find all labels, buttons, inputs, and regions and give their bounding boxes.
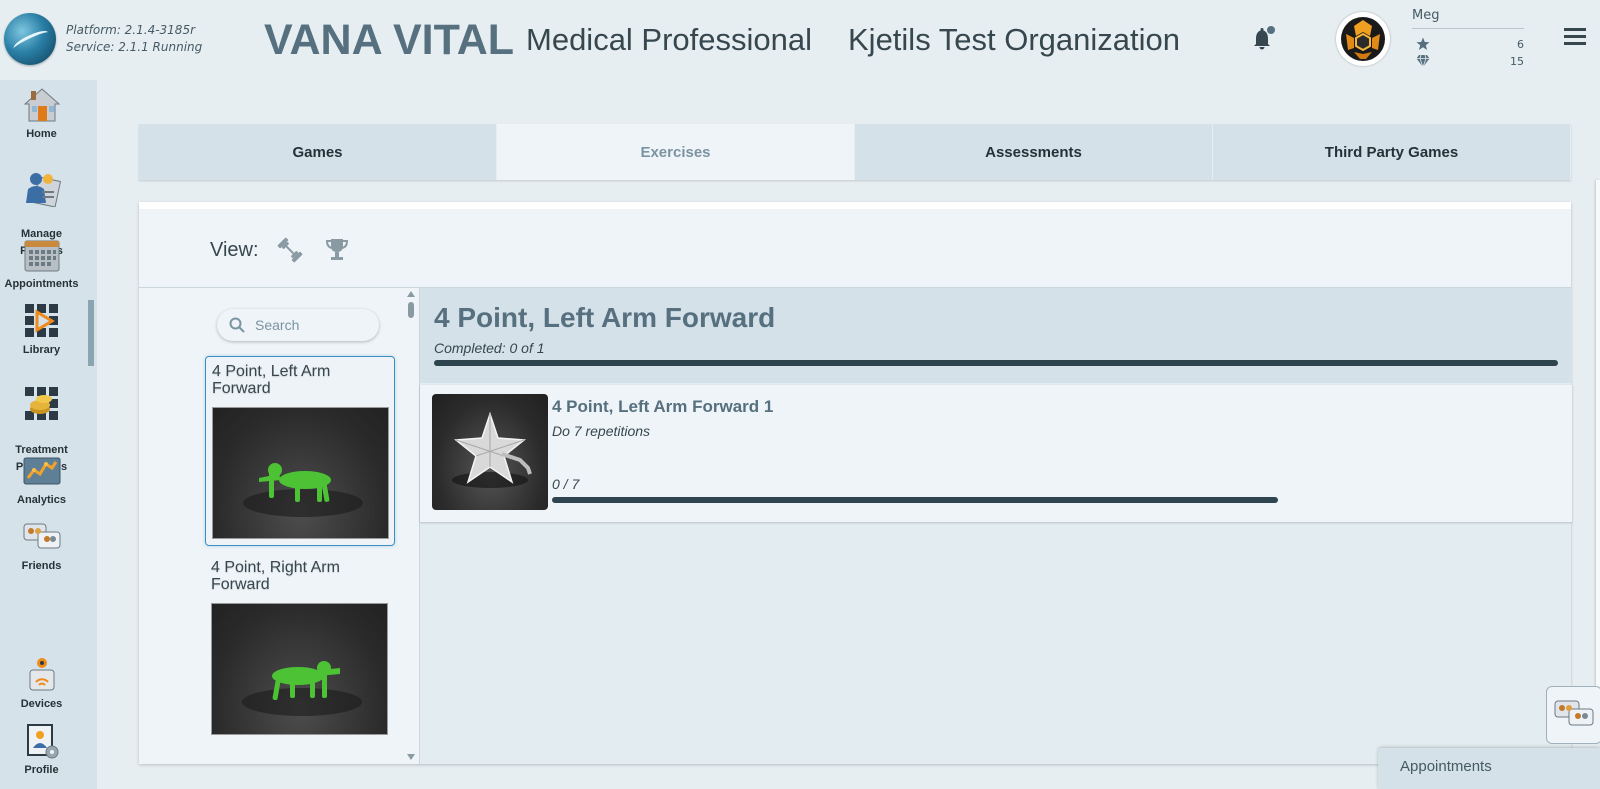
user-role: Medical Professional: [526, 22, 813, 57]
profile-icon: [26, 724, 58, 759]
sidebar: Home Manage Patients Appointments: [0, 80, 97, 789]
hamburger-menu-icon[interactable]: [1564, 28, 1586, 46]
content-panel: View: Search 4 Point, Left Arm Forward 4…: [139, 202, 1572, 764]
stars-count: 6: [1517, 38, 1524, 51]
exercise-list: Search 4 Point, Left Arm Forward 4 Point…: [139, 288, 419, 764]
chat-icon: [1554, 700, 1594, 726]
sidebar-item-appointments[interactable]: Appointments: [0, 236, 83, 293]
exercise-step-description: Do 7 repetitions: [552, 423, 651, 439]
exercise-thumbnail: [212, 407, 389, 539]
detail-title: 4 Point, Left Arm Forward: [434, 302, 776, 333]
tab-games[interactable]: Games: [139, 124, 497, 180]
platform-version: Platform: 2.1.4-3185r: [66, 23, 196, 37]
dumbbell-icon[interactable]: [275, 235, 305, 265]
treatment-programs-icon: [24, 387, 58, 420]
organization-name: Kjetils Test Organization: [848, 22, 1180, 57]
username: Meg: [1412, 8, 1440, 23]
sidebar-active-indicator: [88, 300, 94, 366]
tab-exercises[interactable]: Exercises: [497, 124, 855, 180]
detail-header: 4 Point, Left Arm Forward Completed: 0 o…: [420, 288, 1572, 383]
gem-icon: [1416, 54, 1430, 68]
sidebar-item-label: Friends: [21, 560, 62, 572]
list-scrollbar[interactable]: [404, 288, 419, 764]
tab-third-party-games[interactable]: Third Party Games: [1213, 124, 1571, 180]
category-tabs: Games Exercises Assessments Third Party …: [139, 124, 1571, 180]
sidebar-item-label: Home: [26, 128, 57, 140]
search-icon: [229, 317, 245, 333]
version-info: Platform: 2.1.4-3185r Service: 2.1.1 Run…: [66, 22, 202, 56]
exercise-star-thumbnail: [432, 394, 548, 510]
sidebar-item-analytics[interactable]: Analytics: [0, 452, 83, 509]
exercise-card-title: 4 Point, Left Arm Forward: [212, 363, 331, 397]
completed-status: Completed: 0 of 1: [434, 340, 545, 356]
search-input[interactable]: Search: [217, 309, 379, 341]
overall-progress-bar: [434, 360, 1558, 366]
exercise-step-title: 4 Point, Left Arm Forward 1: [552, 397, 774, 416]
devices-icon: [29, 658, 54, 691]
tab-assessments[interactable]: Assessments: [855, 124, 1213, 180]
exercise-thumbnail: [211, 603, 388, 735]
friends-icon: [23, 523, 60, 549]
appointments-drawer-tab[interactable]: Appointments: [1378, 748, 1600, 789]
manage-patients-icon: [25, 173, 61, 207]
sidebar-item-friends[interactable]: Friends: [0, 518, 83, 575]
library-icon: [24, 304, 58, 337]
sidebar-item-label: Profile: [24, 764, 59, 776]
service-status: Service: 2.1.1 Running: [66, 40, 203, 54]
brand-title: VANA VITAL: [264, 16, 515, 64]
user-divider: [1412, 28, 1524, 29]
exercise-card[interactable]: 4 Point, Left Arm Forward: [205, 356, 395, 546]
sidebar-item-library[interactable]: Library: [0, 302, 83, 359]
calendar-icon: [24, 240, 59, 272]
vana-logo-icon[interactable]: [4, 13, 56, 65]
app-header: Platform: 2.1.4-3185r Service: 2.1.1 Run…: [0, 0, 1600, 80]
side-drawer-edge: [1596, 180, 1600, 700]
trophy-icon[interactable]: [322, 235, 352, 265]
scroll-thumb[interactable]: [408, 302, 414, 318]
sidebar-item-label: Library: [22, 344, 61, 356]
sidebar-item-devices[interactable]: Devices: [0, 656, 83, 713]
analytics-icon: [23, 457, 60, 485]
sidebar-item-profile[interactable]: Profile: [0, 722, 83, 779]
exercise-step-count: 0 / 7: [552, 476, 580, 492]
step-progress-bar: [552, 497, 1278, 503]
exercise-card-title: 4 Point, Right Arm Forward: [211, 559, 340, 593]
sidebar-item-label: Devices: [20, 698, 63, 710]
exercise-card[interactable]: 4 Point, Right Arm Forward: [205, 553, 395, 741]
home-icon: [23, 88, 60, 122]
sidebar-item-home[interactable]: Home: [0, 86, 83, 143]
notification-bell-icon[interactable]: [1252, 26, 1276, 52]
gems-count: 15: [1510, 55, 1524, 68]
exercise-detail: 4 Point, Left Arm Forward Completed: 0 o…: [419, 288, 1572, 764]
scroll-down-icon[interactable]: [407, 754, 415, 760]
view-label: View:: [210, 239, 259, 261]
sidebar-item-label: Appointments: [4, 278, 79, 290]
scroll-up-icon[interactable]: [407, 291, 415, 297]
search-placeholder: Search: [255, 317, 300, 333]
gems-stat: 15: [1412, 54, 1524, 70]
user-avatar[interactable]: [1336, 12, 1390, 66]
star-icon: [1416, 37, 1430, 50]
stars-stat: 6: [1412, 37, 1524, 53]
exercise-step-item[interactable]: 4 Point, Left Arm Forward 1 Do 7 repetit…: [420, 385, 1572, 522]
chat-button[interactable]: [1546, 686, 1600, 744]
sidebar-item-label: Analytics: [17, 494, 66, 506]
